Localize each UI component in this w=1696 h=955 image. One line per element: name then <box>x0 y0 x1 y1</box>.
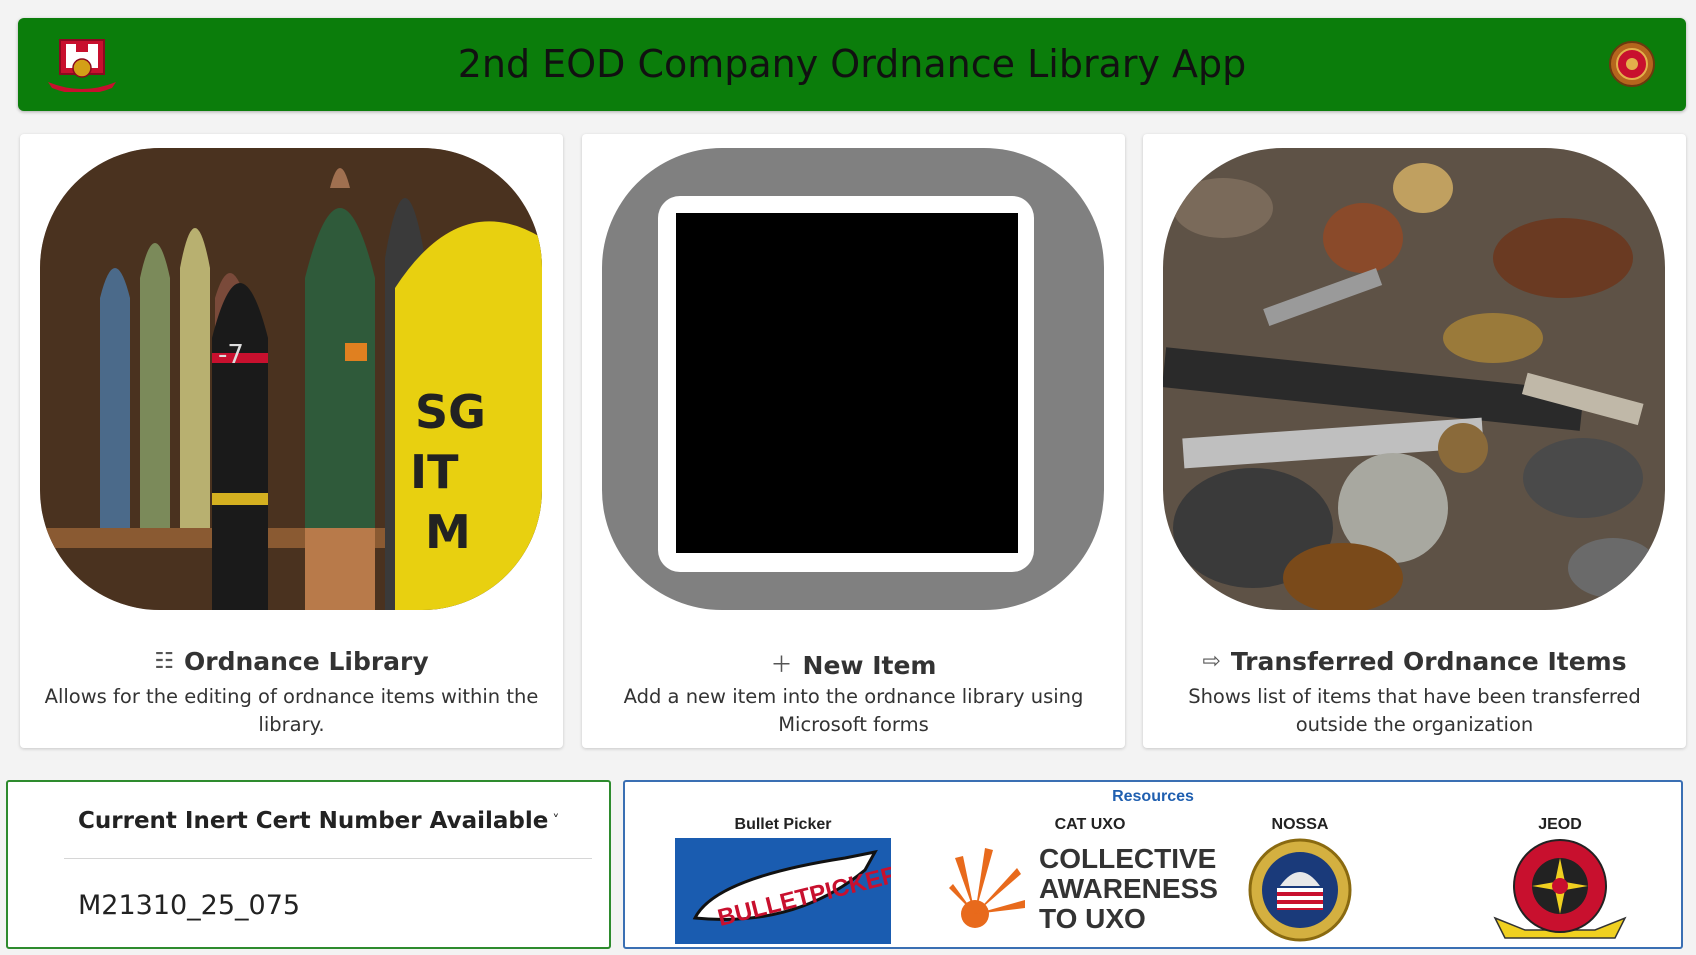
list-icon: ☷ <box>154 649 175 674</box>
svg-text:M: M <box>425 505 471 559</box>
resource-label: CAT UXO <box>1054 816 1126 833</box>
card-description: Allows for the editing of ordnance items… <box>44 685 539 736</box>
scrap-ordnance-image[interactable] <box>1163 148 1665 610</box>
card-title[interactable]: ☷ Ordnance Library <box>20 647 563 676</box>
resource-jeod[interactable]: JEOD <box>1485 816 1635 949</box>
jeod-seal-logo[interactable] <box>1485 838 1635 944</box>
card-description: Add a new item into the ordnance library… <box>623 685 1084 736</box>
divider <box>64 858 592 859</box>
card-transferred-items[interactable]: ⇨ Transferred Ordnance Items Shows list o… <box>1143 134 1686 748</box>
seal-logo <box>1609 41 1655 87</box>
resource-label: JEOD <box>1538 816 1582 833</box>
transfer-icon: ⇨ <box>1202 649 1221 674</box>
svg-text:IT: IT <box>410 445 459 499</box>
svg-text:-7: -7 <box>218 340 244 370</box>
resource-label: Bullet Picker <box>734 816 832 833</box>
svg-text:TO UXO: TO UXO <box>1039 903 1146 934</box>
card-ordnance-library[interactable]: SG IT M -7 ☷ Ordnance Library Allows for … <box>20 134 563 748</box>
cat-uxo-logo[interactable]: COLLECTIVE AWARENESS TO UXO <box>945 838 1235 936</box>
resources-title: Resources <box>1112 788 1194 805</box>
card-new-item[interactable]: ＋ New Item Add a new item into the ordnan… <box>582 134 1125 748</box>
resource-label: NOSSA <box>1271 816 1329 833</box>
bullet-picker-logo[interactable]: BULLETPICKER <box>675 838 901 944</box>
cert-dropdown-label[interactable]: Current Inert Cert Number Available ˅ <box>78 808 559 834</box>
nossa-seal-logo[interactable] <box>1245 838 1355 944</box>
resource-nossa[interactable]: NOSSA <box>1245 816 1355 949</box>
app-header: 2nd EOD Company Ordnance Library App <box>18 18 1686 111</box>
svg-text:COLLECTIVE: COLLECTIVE <box>1039 843 1216 874</box>
resource-cat-uxo[interactable]: CAT UXO COLLECTIVE AWARENESS TO UXO <box>945 816 1235 941</box>
new-item-image[interactable] <box>602 148 1104 610</box>
resources-panel: Resources Bullet Picker BULLETPICKER CAT… <box>623 780 1683 949</box>
svg-text:AWARENESS: AWARENESS <box>1039 873 1218 904</box>
card-title[interactable]: ⇨ Transferred Ordnance Items <box>1143 647 1686 676</box>
svg-text:SG: SG <box>415 385 486 439</box>
plus-icon: ＋ <box>770 653 793 678</box>
inert-cert-panel: Current Inert Cert Number Available ˅ M21… <box>6 780 611 949</box>
resource-bullet-picker[interactable]: Bullet Picker BULLETPICKER <box>675 816 901 949</box>
card-title[interactable]: ＋ New Item <box>582 647 1125 680</box>
ordnance-shelf-image[interactable]: SG IT M -7 <box>40 148 542 610</box>
cert-number-value: M21310_25_075 <box>78 890 301 921</box>
chevron-down-icon[interactable]: ˅ <box>552 813 559 829</box>
card-description: Shows list of items that have been trans… <box>1188 685 1641 736</box>
app-title: 2nd EOD Company Ordnance Library App <box>457 42 1247 86</box>
